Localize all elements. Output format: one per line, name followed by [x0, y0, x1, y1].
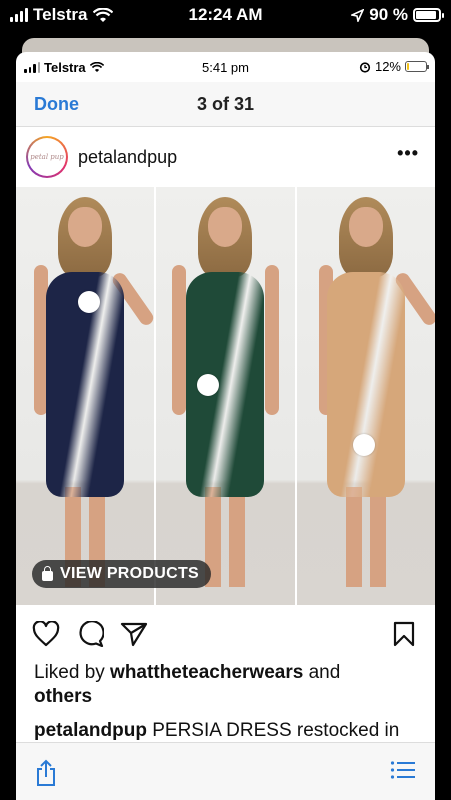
model-head	[348, 207, 383, 247]
model-head	[68, 207, 103, 247]
view-products-button[interactable]: VIEW PRODUCTS	[32, 560, 212, 588]
dress	[326, 272, 405, 497]
likes-line: Liked by whattheteacherwears and others	[16, 661, 435, 709]
model-legs	[205, 487, 246, 587]
post-header: petal pup petalandpup •••	[16, 127, 435, 187]
inner-status-right: 12%	[359, 59, 429, 74]
send-icon[interactable]	[120, 621, 148, 647]
post-username[interactable]: petalandpup	[78, 147, 177, 168]
photo-viewer-sheet: Telstra 5:41 pm 12% Done 3 of 31 petal p…	[16, 52, 435, 800]
photo-panel-navy	[16, 187, 155, 605]
model-legs	[345, 487, 386, 587]
alarm-icon	[359, 61, 371, 73]
photo-panel-champagne	[294, 187, 435, 605]
location-arrow-icon	[351, 8, 365, 22]
post-photo[interactable]: VIEW PRODUCTS	[16, 187, 435, 605]
photo-panel-green	[154, 187, 295, 605]
likes-prefix: Liked by	[34, 662, 111, 683]
caption-text: PERSIA DRESS restocked in	[146, 720, 400, 741]
product-tag-dot[interactable]	[352, 434, 375, 456]
inner-battery-percent: 12%	[374, 59, 401, 74]
list-icon[interactable]	[390, 759, 416, 781]
outer-status-right: 90 %	[351, 5, 444, 25]
photo-counter: 3 of 31	[196, 94, 255, 114]
product-tag-dot[interactable]	[78, 291, 100, 313]
liked-by-user[interactable]: whattheteacherwears	[110, 662, 303, 683]
model-arm	[172, 265, 187, 415]
comment-icon[interactable]	[76, 621, 104, 647]
likes-others[interactable]: others	[34, 686, 92, 707]
post-caption: petalandpup PERSIA DRESS restocked in	[16, 709, 435, 743]
caption-username[interactable]: petalandpup	[34, 720, 147, 741]
bottom-toolbar	[16, 742, 435, 800]
avatar-logo-text: petal pup	[30, 153, 64, 161]
outer-battery-percent: 90 %	[369, 5, 408, 24]
battery-icon	[413, 8, 444, 22]
model-arm	[264, 265, 279, 415]
viewer-nav-bar: Done 3 of 31	[16, 82, 435, 127]
likes-middle: and	[303, 662, 341, 683]
share-icon[interactable]	[34, 759, 58, 787]
inner-status-bar: Telstra 5:41 pm 12%	[16, 52, 435, 82]
avatar-logo: petal pup	[28, 138, 66, 176]
bookmark-icon[interactable]	[392, 621, 416, 647]
heart-icon[interactable]	[32, 621, 60, 647]
view-products-label: VIEW PRODUCTS	[60, 565, 200, 582]
outer-status-bar: Telstra 12:24 AM 90 %	[0, 0, 451, 30]
more-options-button[interactable]: •••	[397, 143, 419, 164]
avatar[interactable]: petal pup	[26, 136, 68, 178]
inner-battery-icon	[405, 61, 429, 72]
shopping-bag-icon	[42, 565, 53, 581]
post-actions	[16, 605, 435, 661]
